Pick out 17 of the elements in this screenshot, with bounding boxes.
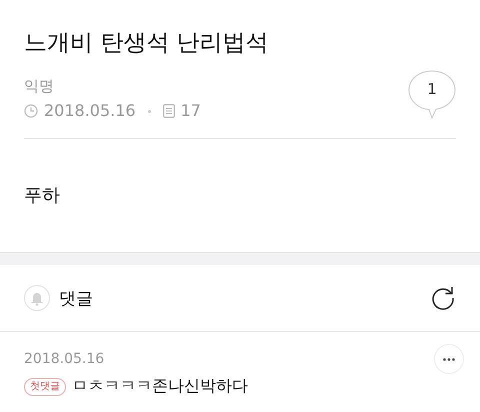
first-comment-badge: 첫댓글: [24, 378, 66, 396]
speech-bubble-icon[interactable]: [408, 70, 456, 120]
more-options-button[interactable]: [434, 344, 464, 374]
post-body: 푸하: [23, 184, 61, 208]
post-date: 2018.05.16: [44, 100, 136, 122]
clock-icon: [24, 104, 38, 118]
comment-text: ㅁㅊㅋㅋㅋ존나신박하다: [72, 376, 248, 397]
ellipsis-icon: [443, 358, 455, 360]
bell-icon[interactable]: [24, 285, 50, 311]
comment-count: 1: [426, 80, 438, 98]
comment-date: 2018.05.16: [24, 350, 106, 368]
comments-heading: 댓글: [59, 288, 93, 310]
post-title: 느개비 탄생석 난리법석: [24, 29, 270, 58]
document-icon: [162, 104, 175, 118]
author-name: 익명: [24, 76, 55, 96]
view-count: 17: [180, 100, 201, 122]
refresh-icon[interactable]: [430, 285, 456, 311]
